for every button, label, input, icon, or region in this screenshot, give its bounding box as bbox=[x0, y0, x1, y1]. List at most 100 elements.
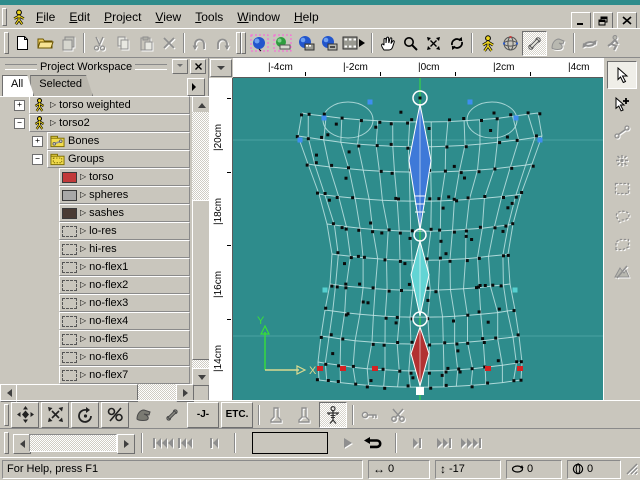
loop-button[interactable] bbox=[359, 432, 387, 455]
constraint-tool-button[interactable] bbox=[101, 402, 129, 428]
tree-row-bar[interactable]: ▷no-flex3 bbox=[59, 294, 190, 312]
images-library-button[interactable] bbox=[271, 32, 294, 55]
tree-row-bar[interactable]: ▷lo-res bbox=[59, 222, 190, 240]
joint-button[interactable]: -J- bbox=[187, 402, 219, 428]
panel-header[interactable]: Project Workspace bbox=[0, 58, 208, 75]
model-mode-button[interactable] bbox=[476, 32, 499, 55]
refresh-button[interactable] bbox=[445, 32, 468, 55]
break-tool[interactable] bbox=[608, 147, 636, 173]
key-icon[interactable] bbox=[357, 403, 383, 427]
tree-item-torso[interactable]: ▷torso bbox=[0, 168, 192, 186]
tree-item-no-flex3[interactable]: ▷no-flex3 bbox=[0, 294, 192, 312]
tree-row-bar[interactable]: ▷torso2 bbox=[29, 114, 190, 132]
skeleton-toggle-button[interactable] bbox=[319, 402, 347, 428]
tree-row-bar[interactable]: ▷no-flex6 bbox=[59, 348, 190, 366]
expand-toggle[interactable]: − bbox=[32, 154, 43, 165]
next-keyframe-button[interactable] bbox=[432, 432, 455, 455]
fit-button[interactable] bbox=[422, 32, 445, 55]
skeleton-view-button[interactable] bbox=[601, 32, 624, 55]
toolbar-grip[interactable] bbox=[241, 32, 246, 54]
tree-row-bar[interactable]: ▷torso bbox=[59, 168, 190, 186]
viewport-canvas[interactable]: YX bbox=[233, 78, 603, 400]
tree-row-bar[interactable]: ▷no-flex5 bbox=[59, 330, 190, 348]
rect-select-tool[interactable] bbox=[608, 175, 636, 201]
tree-row-bar[interactable]: ▷no-flex2 bbox=[59, 276, 190, 294]
rotate-tool-button[interactable] bbox=[71, 402, 99, 428]
prev-frame-button[interactable] bbox=[203, 432, 226, 455]
tree-row-bar[interactable]: ▷no-flex4 bbox=[59, 312, 190, 330]
tree-item-torso-weighted[interactable]: +▷torso weighted bbox=[0, 96, 192, 114]
tree-row-bar[interactable]: ▷hi-res bbox=[59, 240, 190, 258]
expand-toggle[interactable]: + bbox=[14, 100, 25, 111]
next-frame-button[interactable] bbox=[405, 432, 428, 455]
copy-button[interactable] bbox=[111, 32, 134, 55]
lasso-tool[interactable] bbox=[608, 203, 636, 229]
select-tool[interactable] bbox=[607, 61, 637, 89]
poly-lasso-tool[interactable] bbox=[608, 231, 636, 257]
restore-button[interactable] bbox=[593, 12, 613, 29]
tree-item-sashes[interactable]: ▷sashes bbox=[0, 204, 192, 222]
undo-button[interactable] bbox=[188, 32, 211, 55]
new-button[interactable] bbox=[11, 32, 34, 55]
tree-vertical-scrollbar[interactable] bbox=[192, 96, 209, 384]
toolbar-grip[interactable] bbox=[4, 404, 9, 426]
prev-keyframe-button[interactable] bbox=[174, 432, 197, 455]
tree-item-Groups[interactable]: −Groups bbox=[0, 150, 192, 168]
expand-toggle[interactable]: − bbox=[14, 118, 25, 129]
zoom-button[interactable] bbox=[399, 32, 422, 55]
tree-item-hi-res[interactable]: ▷hi-res bbox=[0, 240, 192, 258]
expand-toggle[interactable]: + bbox=[32, 136, 43, 147]
tree-item-Bones[interactable]: + Bones bbox=[0, 132, 192, 150]
leg-setup-icon-a[interactable] bbox=[263, 403, 289, 427]
scrollbar-track[interactable] bbox=[29, 434, 117, 452]
muscle-mode-button[interactable] bbox=[547, 32, 570, 55]
paste-button[interactable] bbox=[134, 32, 157, 55]
menu-project[interactable]: Project bbox=[97, 8, 148, 26]
menu-window[interactable]: Window bbox=[230, 8, 287, 26]
tab-scroll-right-button[interactable] bbox=[187, 78, 205, 96]
frame-display[interactable] bbox=[252, 432, 328, 454]
tree-item-no-flex6[interactable]: ▷no-flex6 bbox=[0, 348, 192, 366]
tree-item-no-flex4[interactable]: ▷no-flex4 bbox=[0, 312, 192, 330]
scale-tool-button[interactable] bbox=[41, 402, 69, 428]
save-button[interactable] bbox=[57, 32, 80, 55]
muscle-mode-icon[interactable] bbox=[131, 403, 157, 427]
toolbar-grip[interactable] bbox=[4, 432, 9, 454]
redo-button[interactable] bbox=[211, 32, 234, 55]
resize-grip[interactable] bbox=[626, 463, 638, 475]
wire-sphere-button[interactable] bbox=[499, 32, 522, 55]
view-dropdown-button[interactable] bbox=[210, 59, 232, 77]
tree-row-bar[interactable]: ▷no-flex1 bbox=[59, 258, 190, 276]
menu-tools[interactable]: Tools bbox=[188, 8, 230, 26]
menubar-grip[interactable] bbox=[2, 8, 7, 26]
move-tool-button[interactable] bbox=[11, 402, 39, 428]
actions-library-button[interactable] bbox=[294, 32, 317, 55]
bone-tool[interactable] bbox=[608, 119, 636, 145]
select-add-tool[interactable] bbox=[608, 91, 636, 117]
pan-button[interactable] bbox=[376, 32, 399, 55]
tree-item-no-flex5[interactable]: ▷no-flex5 bbox=[0, 330, 192, 348]
tree-row-bar[interactable]: Groups bbox=[47, 150, 190, 168]
tree-row-bar[interactable]: ▷sashes bbox=[59, 204, 190, 222]
tab-all[interactable]: All bbox=[2, 75, 34, 96]
objects-library-button[interactable] bbox=[248, 32, 271, 55]
hide-tool[interactable] bbox=[608, 259, 636, 285]
close-button[interactable] bbox=[617, 12, 637, 29]
menu-file[interactable]: File bbox=[29, 8, 62, 26]
go-end-button[interactable] bbox=[459, 432, 482, 455]
leg-setup-icon-b[interactable] bbox=[291, 403, 317, 427]
bone-mode-icon[interactable] bbox=[159, 403, 185, 427]
filmstrip-button[interactable] bbox=[340, 32, 368, 55]
tree-item-lo-res[interactable]: ▷lo-res bbox=[0, 222, 192, 240]
tree-item-torso2[interactable]: −▷torso2 bbox=[0, 114, 192, 132]
menu-help[interactable]: Help bbox=[287, 8, 326, 26]
tree-horizontal-scrollbar[interactable] bbox=[0, 384, 192, 400]
play-button[interactable] bbox=[336, 432, 359, 455]
tree-row-bar[interactable]: ▷no-flex7 bbox=[59, 366, 190, 384]
tree-item-no-flex7[interactable]: ▷no-flex7 bbox=[0, 366, 192, 384]
bones-mode-button[interactable] bbox=[522, 31, 547, 56]
tree-row-bar[interactable]: Bones bbox=[47, 132, 190, 150]
menu-edit[interactable]: Edit bbox=[62, 8, 97, 26]
etc-button[interactable]: ETC. bbox=[221, 402, 253, 428]
panel-close-button[interactable] bbox=[190, 59, 206, 74]
